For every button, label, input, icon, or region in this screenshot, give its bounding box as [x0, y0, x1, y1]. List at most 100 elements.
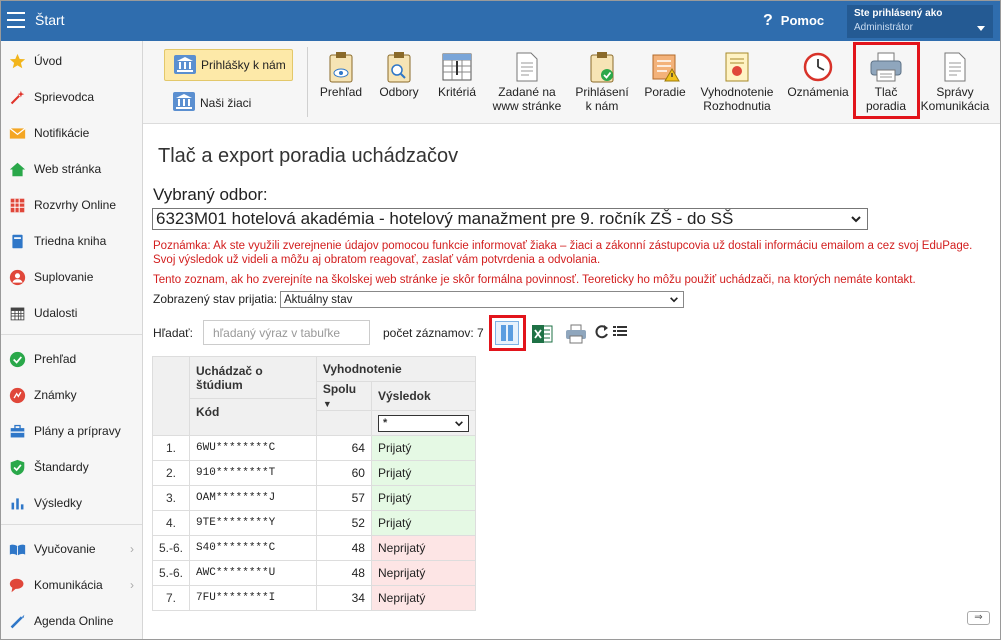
table-row[interactable]: 5.-6. S40********C 48 Neprijatý: [151, 535, 477, 561]
kriteria-button[interactable]: Kritériá: [433, 51, 481, 99]
sidebar-item-label: Štandardy: [34, 460, 89, 474]
chevron-down-icon: [670, 297, 678, 303]
table-row[interactable]: 3. OAM********J 57 Prijatý: [151, 485, 477, 511]
nasi-ziaci-label: Naši žiaci: [200, 95, 252, 110]
toolbar-button-label: Zadané na: [498, 85, 556, 99]
toolbar-button-label: Komunikácia: [920, 99, 990, 113]
menu-icon[interactable]: [7, 12, 25, 28]
result-filter-select[interactable]: *: [377, 414, 469, 432]
sidebar-item-label: Agenda Online: [34, 614, 114, 628]
stav-label: Zobrazený stav prijatia:: [153, 292, 278, 306]
zadane-button[interactable]: Zadané na www stránke: [487, 51, 567, 113]
person-icon: [9, 269, 26, 286]
user-menu[interactable]: Ste prihlásený ako Administrátor: [847, 5, 993, 38]
group-header-vyhodnotenie: Vyhodnotenie: [315, 356, 477, 382]
total-cell: 48: [315, 560, 372, 586]
rank-cell: 5.-6.: [151, 535, 191, 561]
institution-icon: [172, 90, 196, 115]
search-input[interactable]: hľadaný výraz v tabuľke: [203, 320, 370, 345]
prehlad-button[interactable]: Prehľad: [317, 51, 365, 99]
sidebar-item-rozvrhy[interactable]: Rozvrhy Online: [1, 190, 142, 220]
sidebar-item-label: Sprievodca: [34, 90, 95, 104]
code-cell: AWC********U: [189, 560, 317, 586]
table-row[interactable]: 2. 910********T 60 Prijatý: [151, 460, 477, 486]
clock-icon: [803, 52, 833, 82]
toolbar-button-label: k nám: [585, 99, 619, 113]
total-cell: 34: [315, 585, 372, 611]
help-button[interactable]: ? Pomoc: [763, 12, 824, 30]
column-header-spolu[interactable]: Spolu ▼: [315, 381, 372, 411]
vyhodnotenie-button[interactable]: Vyhodnotenie Rozhodnutia: [697, 51, 777, 113]
note-text: Poznámka: Ak ste využili zverejnenie úda…: [153, 240, 973, 266]
sidebar-item-suplovanie[interactable]: Suplovanie: [1, 262, 142, 292]
sort-desc-icon: ▼: [322, 399, 332, 409]
sidebar-item-web[interactable]: Web stránka: [1, 154, 142, 184]
stav-value: Aktuálny stav: [284, 293, 353, 306]
sidebar-item-label: Komunikácia: [34, 578, 103, 592]
result-cell: Neprijatý: [370, 585, 477, 611]
bar-chart-icon: [9, 495, 26, 512]
odbory-button[interactable]: Odbory: [375, 51, 423, 99]
rank-cell: 5.-6.: [151, 560, 191, 586]
sidebar-item-label: Rozvrhy Online: [34, 198, 117, 212]
sidebar-item-notifikacie[interactable]: Notifikácie: [1, 118, 142, 148]
toolbar-button-label: Kritériá: [437, 85, 476, 99]
sidebar-item-sprievodca[interactable]: Sprievodca: [1, 82, 142, 112]
certificate-icon: [725, 52, 749, 82]
table-row[interactable]: 5.-6. AWC********U 48 Neprijatý: [151, 560, 477, 586]
column-header-kod[interactable]: Kód: [196, 399, 310, 419]
poradie-button[interactable]: Poradie: [640, 51, 690, 99]
sidebar-item-label: Suplovanie: [34, 270, 94, 284]
sidebar-item-komunikacia[interactable]: Komunikácia ›: [1, 570, 142, 600]
oznamenia-button[interactable]: Oznámenia: [785, 51, 851, 99]
user-caption: Ste prihlásený ako: [854, 8, 943, 19]
rank-cell: 7.: [151, 585, 191, 611]
table-row[interactable]: 4. 9TE********Y 52 Prijatý: [151, 510, 477, 536]
sidebar-item-standardy[interactable]: Štandardy: [1, 452, 142, 482]
sidebar-item-udalosti[interactable]: Udalosti: [1, 298, 142, 328]
sidebar-item-label: Plány a prípravy: [34, 424, 121, 438]
calendar-icon: [9, 305, 26, 322]
wand-icon: [9, 89, 26, 106]
star-icon: [9, 53, 26, 70]
rank-header: [151, 356, 191, 436]
print-button[interactable]: [565, 324, 587, 347]
excel-export-button[interactable]: [531, 324, 553, 347]
prihlasky-button[interactable]: Prihlášky k nám: [164, 49, 293, 81]
book-icon: [9, 233, 26, 250]
main-content: Tlač a export poradia uchádzačov Vybraný…: [143, 124, 1000, 639]
odbor-select[interactable]: 6323M01 hotelová akadémia - hotelový man…: [152, 208, 868, 230]
result-cell: Prijatý: [370, 460, 477, 486]
sidebar-item-agenda[interactable]: Agenda Online: [1, 606, 142, 636]
spravy-button[interactable]: Správy Komunikácia: [919, 51, 991, 113]
table-row[interactable]: 7. 7FU********I 34 Neprijatý: [151, 585, 477, 611]
refresh-list-button[interactable]: [595, 323, 629, 344]
nasi-ziaci-button[interactable]: Naši žiaci: [172, 90, 251, 115]
toolbar-button-label: Vyhodnotenie: [700, 85, 774, 99]
sidebar-item-label: Úvod: [34, 54, 63, 68]
vysledok-filter-cell: *: [370, 410, 477, 436]
toolbar-button-label: Odbory: [379, 85, 419, 99]
sidebar-item-vyucovanie[interactable]: Vyučovanie ›: [1, 534, 142, 564]
user-name: Administrátor: [854, 22, 913, 33]
code-cell: 9TE********Y: [189, 510, 317, 536]
chevron-right-icon: ›: [130, 542, 134, 556]
spolu-label: Spolu: [322, 382, 357, 396]
app-title[interactable]: Štart: [35, 12, 65, 28]
sidebar-item-znamky[interactable]: Známky: [1, 380, 142, 410]
sidebar-item-prehlad[interactable]: Prehľad: [1, 344, 142, 374]
prihlaseni-button[interactable]: Prihlásení k nám: [571, 51, 633, 113]
sidebar-item-uvod[interactable]: Úvod: [1, 46, 142, 76]
sidebar: Úvod Sprievodca Notifikácie Web stránka …: [1, 41, 143, 639]
sidebar-item-vysledky[interactable]: Výsledky: [1, 488, 142, 518]
arrow-right-icon[interactable]: ⇒: [967, 611, 990, 625]
toolbar-button-label: www stránke: [492, 99, 562, 113]
column-header-vysledok[interactable]: Výsledok: [370, 381, 477, 411]
code-cell: OAM********J: [189, 485, 317, 511]
sidebar-item-triedna[interactable]: Triedna kniha: [1, 226, 142, 256]
table-row[interactable]: 1. 6WU********C 64 Prijatý: [151, 435, 477, 461]
sidebar-item-plany[interactable]: Plány a prípravy: [1, 416, 142, 446]
code-cell: 7FU********I: [189, 585, 317, 611]
page-title: Tlač a export poradia uchádzačov: [158, 145, 459, 167]
stav-select[interactable]: Aktuálny stav: [280, 291, 684, 308]
